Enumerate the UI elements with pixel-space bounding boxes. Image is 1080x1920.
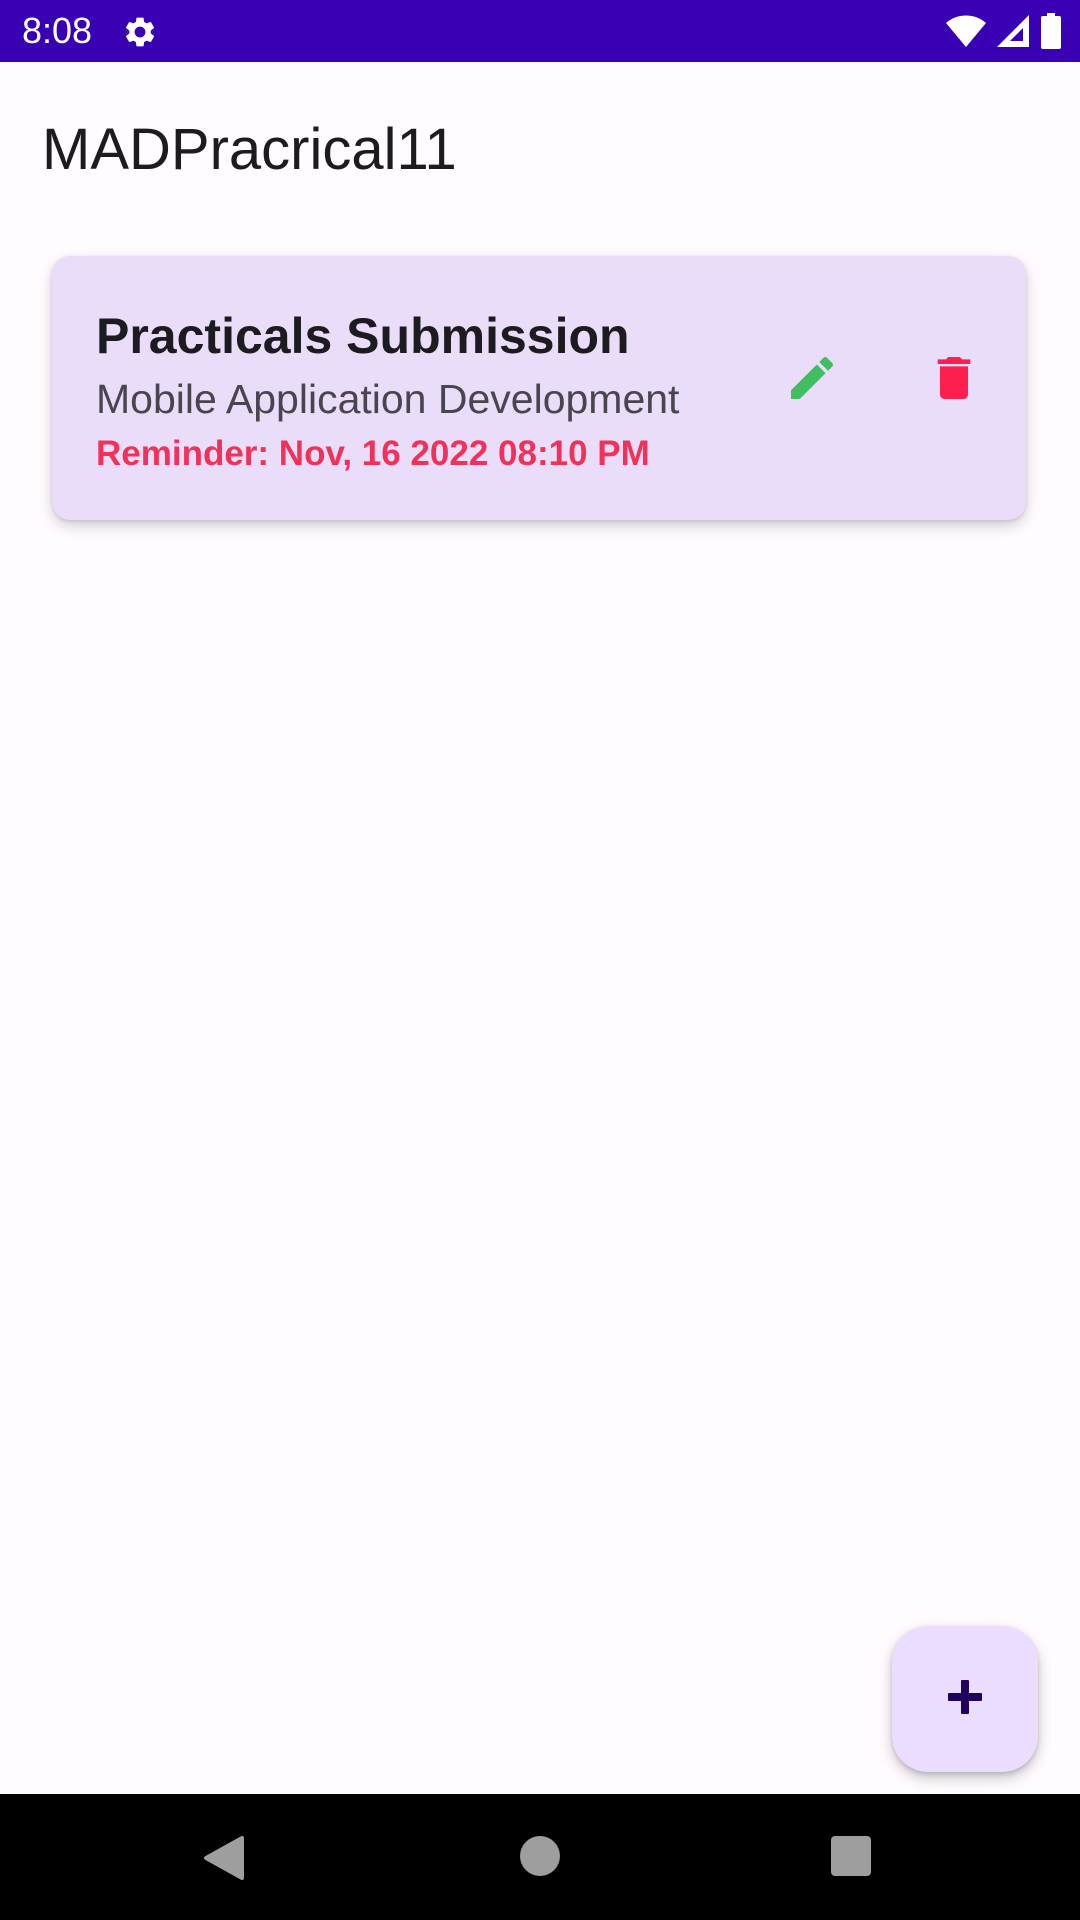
pencil-icon bbox=[784, 350, 840, 411]
app-title: MADPracrical11 bbox=[42, 117, 457, 182]
battery-icon bbox=[1040, 13, 1062, 49]
plus-icon bbox=[945, 1677, 985, 1722]
trash-icon bbox=[926, 350, 982, 411]
gear-icon bbox=[122, 14, 158, 50]
navigation-bar bbox=[0, 1794, 1080, 1920]
delete-button[interactable] bbox=[914, 340, 994, 420]
status-time: 8:08 bbox=[22, 10, 93, 51]
add-note-button[interactable] bbox=[892, 1626, 1038, 1772]
note-subtitle: Mobile Application Development bbox=[96, 376, 680, 422]
note-card[interactable]: Practicals Submission Mobile Application… bbox=[52, 256, 1026, 520]
note-title: Practicals Submission bbox=[96, 308, 630, 364]
edit-button[interactable] bbox=[772, 340, 852, 420]
recents-icon[interactable] bbox=[831, 1836, 871, 1876]
signal-icon bbox=[996, 14, 1030, 48]
wifi-icon bbox=[946, 14, 986, 48]
note-reminder: Reminder: Nov, 16 2022 08:10 PM bbox=[96, 434, 650, 473]
status-bar: 8:08 bbox=[0, 0, 1080, 62]
home-icon[interactable] bbox=[520, 1836, 560, 1876]
back-icon[interactable] bbox=[202, 1834, 250, 1882]
status-icons bbox=[946, 12, 1062, 50]
